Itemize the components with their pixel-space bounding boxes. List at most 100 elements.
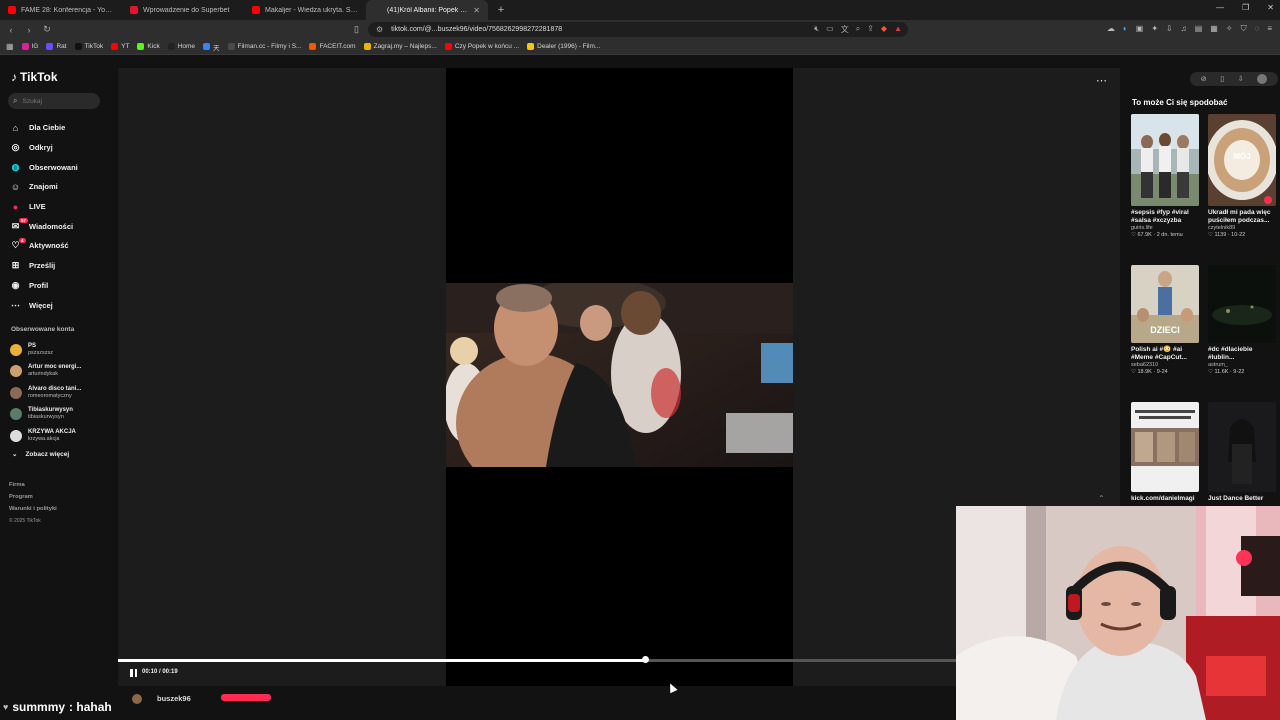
bookmark-item[interactable]: 天 xyxy=(203,42,220,52)
sidebar-item-profil[interactable]: ◉ Profil xyxy=(10,276,114,296)
footer-link-terms[interactable]: Warunki i polityki xyxy=(9,503,57,515)
recommendation-card[interactable]: Just Dance Better xyxy=(1208,402,1276,503)
followed-account[interactable]: Artur moc energi... arturindykak xyxy=(10,361,114,383)
bookmark-item[interactable]: Kick xyxy=(137,43,160,50)
sidebar-toggle-icon[interactable]: ▤ xyxy=(1195,24,1203,34)
recommendation-author[interactable]: seba62310 xyxy=(1131,362,1199,369)
url-text[interactable]: tiktok.com/@...buszek96/video/7568262998… xyxy=(391,26,562,33)
reload-icon[interactable]: ↻ xyxy=(40,24,54,35)
more-options-icon[interactable]: ⋯ xyxy=(1096,74,1107,87)
back-icon[interactable]: ‹ xyxy=(4,25,18,35)
recommendation-caption[interactable]: Polish ai #😳 #ai #Meme #CapCut... xyxy=(1131,346,1199,362)
bookmark-item[interactable]: Czy Popek w końcu ... xyxy=(444,43,519,50)
followed-account[interactable]: Alvaro disco tani... romeoromatyczny xyxy=(10,382,114,404)
footer-link-program[interactable]: Program xyxy=(9,491,57,503)
followed-account[interactable]: KRZYWA AKCJA krzywa.akcja xyxy=(10,425,114,447)
translate-icon[interactable]: 文 xyxy=(841,24,849,35)
coins-icon[interactable]: ⊘ xyxy=(1201,75,1207,83)
author-avatar[interactable] xyxy=(132,694,142,704)
device-icon[interactable]: ▯ xyxy=(1220,75,1224,83)
recommendation-caption[interactable]: kick.com/danielmagi xyxy=(1131,495,1199,503)
browser-tab[interactable]: Makaljer - Wiedza ukryta. Schizofre... xyxy=(244,0,366,20)
bookmark-item[interactable]: Zagraj.my – Najleps... xyxy=(363,43,437,50)
followed-account[interactable]: Tibiaskurwysyn tibiaskurwysyn xyxy=(10,404,114,426)
download-icon[interactable]: ⇩ xyxy=(1166,24,1173,34)
wallet-alt-icon[interactable]: ▦ xyxy=(1210,24,1218,34)
recommendation-thumbnail[interactable]: DZIECI xyxy=(1131,265,1199,343)
bookmark-page-icon[interactable]: ▯ xyxy=(354,24,359,35)
new-tab-button[interactable]: + xyxy=(494,4,508,16)
bookmark-item[interactable]: Dealer (1996) - Film... xyxy=(527,43,600,50)
recommendation-thumbnail[interactable]: MÓJ xyxy=(1208,114,1276,206)
sidebar-item-live[interactable]: ● LIVE xyxy=(10,197,114,217)
zoom-icon[interactable]: ⌕ xyxy=(856,24,860,35)
recommendation-author[interactable]: czytelnik89 xyxy=(1208,225,1276,232)
scroll-up-icon[interactable]: ⌃ xyxy=(1098,494,1105,503)
browser-tab[interactable]: FAME 28: Konferencja - YouTube xyxy=(0,0,122,20)
recommendation-thumbnail[interactable] xyxy=(1208,265,1276,343)
bookmark-item[interactable]: Filman.cc - Filmy i S... xyxy=(227,43,301,50)
sidebar-item-wiadomo-ci[interactable]: ✉ Wiadomości 57 xyxy=(10,216,114,236)
recommendation-thumbnail[interactable] xyxy=(1208,402,1276,492)
recommendation-caption[interactable]: Ukradł mi pada więc puściłem podczas... xyxy=(1208,209,1276,225)
follow-button[interactable] xyxy=(221,694,271,701)
recommendation-card[interactable]: kick.com/danielmagi xyxy=(1131,402,1199,503)
recommendation-thumbnail[interactable] xyxy=(1131,114,1199,206)
music-icon[interactable]: ♫ xyxy=(1181,24,1187,34)
tiktok-logo[interactable]: ♪ TikTok xyxy=(11,70,58,84)
extension-icon[interactable]: ▣ xyxy=(1136,24,1144,34)
download-app-icon[interactable]: ⇩ xyxy=(1238,75,1244,83)
puzzle-icon[interactable]: ✦ xyxy=(1151,24,1158,34)
search-input[interactable] xyxy=(22,97,93,105)
recommendation-author[interactable]: astrum_ xyxy=(1208,362,1276,369)
menu-icon[interactable]: ≡ xyxy=(1267,24,1272,34)
pause-icon[interactable] xyxy=(130,669,137,677)
user-avatar-icon[interactable] xyxy=(1257,74,1268,84)
recommendation-caption[interactable]: Just Dance Better xyxy=(1208,495,1276,503)
maximize-icon[interactable]: ❐ xyxy=(1242,3,1249,12)
sidebar-item-odkryj[interactable]: ◎ Odkryj xyxy=(10,138,114,158)
share-icon[interactable]: ⇪ xyxy=(867,24,874,35)
forward-icon[interactable]: › xyxy=(22,25,36,35)
sidebar-item-znajomi[interactable]: ☺ Znajomi xyxy=(10,177,114,197)
sidebar-item-prze-lij[interactable]: ⊞ Prześlij xyxy=(10,256,114,276)
close-tab-icon[interactable]: ✕ xyxy=(473,6,480,15)
vpn-shield-icon[interactable]: ⛉ xyxy=(1241,24,1247,34)
profile-icon[interactable]: ◌ xyxy=(1255,24,1260,34)
recommendation-thumbnail[interactable] xyxy=(1131,402,1199,492)
leo-ai-icon[interactable]: ✧ xyxy=(1226,24,1233,34)
wallet-icon[interactable]: ◐ xyxy=(1123,24,1128,34)
video-frame[interactable] xyxy=(446,283,793,467)
recommendation-caption[interactable]: #dc #dlaciebie #lublin... xyxy=(1208,346,1276,362)
browser-tab[interactable]: Wprowadzenie do Superbet xyxy=(122,0,244,20)
recommendation-author[interactable]: guiris.life xyxy=(1131,225,1199,232)
bookmark-item[interactable]: Rat xyxy=(46,43,67,50)
close-window-icon[interactable]: ✕ xyxy=(1267,3,1274,12)
bookmark-item[interactable]: FACEIT.com xyxy=(309,43,356,50)
recommendation-card[interactable]: MÓJ Ukradł mi pada więc puściłem podczas… xyxy=(1208,114,1276,239)
recommendation-card[interactable]: #sepsis #fyp #viral #salsa #xczyzba guir… xyxy=(1131,114,1199,239)
progress-knob[interactable] xyxy=(642,656,650,663)
minimize-icon[interactable]: — xyxy=(1216,3,1224,12)
brave-rewards-icon[interactable]: ▲ xyxy=(894,24,902,35)
bookmark-item[interactable]: IG xyxy=(21,43,38,50)
followed-account[interactable]: PS pszszszsz xyxy=(10,339,114,361)
address-bar[interactable]: ⚙ tiktok.com/@...buszek96/video/75682629… xyxy=(368,22,908,37)
mute-tab-icon[interactable]: 🔇︎ xyxy=(814,24,819,35)
recommendation-card[interactable]: DZIECI Polish ai #😳 #ai #Meme #CapCut...… xyxy=(1131,265,1199,376)
bookmark-item[interactable]: YT xyxy=(111,43,129,50)
sidebar-item-dla-ciebie[interactable]: ⌂ Dla Ciebie xyxy=(10,118,114,138)
site-info-icon[interactable]: ⚙ xyxy=(376,25,383,34)
browser-tab[interactable]: (41)Król Albanii: Popek w ak... ✕ xyxy=(366,0,488,20)
footer-link-company[interactable]: Firma xyxy=(9,479,57,491)
bookmark-item[interactable]: Home xyxy=(167,43,195,50)
author-name[interactable]: buszek96 xyxy=(157,694,191,703)
sidebar-item-wi-cej[interactable]: ⋯ Więcej xyxy=(10,295,114,315)
vpn-icon[interactable]: ☁ xyxy=(1107,24,1115,34)
recommendation-card[interactable]: #dc #dlaciebie #lublin... astrum_ ♡ 11.6… xyxy=(1208,265,1276,376)
cast-icon[interactable]: ▭ xyxy=(826,24,834,35)
sidebar-item-obserwowani[interactable]: ◍ Obserwowani xyxy=(10,157,114,177)
search-box[interactable]: ⌕ xyxy=(8,93,100,109)
see-more-button[interactable]: ⌄ Zobacz więcej xyxy=(12,450,69,459)
recommendation-caption[interactable]: #sepsis #fyp #viral #salsa #xczyzba xyxy=(1131,209,1199,225)
